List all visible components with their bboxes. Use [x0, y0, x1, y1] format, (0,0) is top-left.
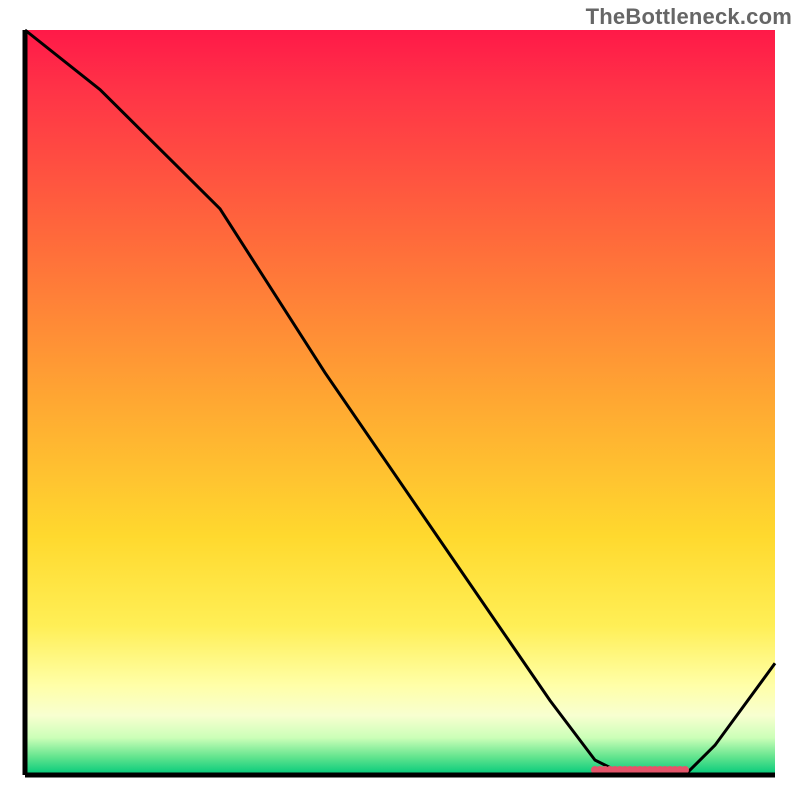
chart-container: TheBottleneck.com	[0, 0, 800, 800]
watermark-text: TheBottleneck.com	[586, 4, 792, 30]
chart-line	[25, 30, 775, 775]
chart-svg	[25, 30, 775, 775]
